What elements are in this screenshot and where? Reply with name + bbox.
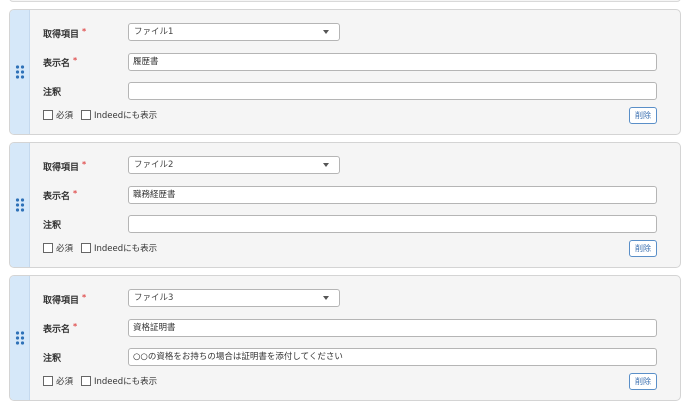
delete-button[interactable]: 削除 [629,373,657,390]
drag-handle-icon [15,198,24,212]
required-mark: * [82,293,87,302]
file-field-card: 取得項目 * ファイル3 表示名 * 資格証明書 注釈 ○○の資格をお持ちの場合は証… [9,275,681,401]
drag-handle-icon [15,65,24,79]
item-select[interactable]: ファイル1 [128,23,340,41]
drag-handle-icon [15,331,24,345]
required-checkbox[interactable] [43,110,53,120]
item-select-value: ファイル3 [134,293,174,303]
indeed-display-checkbox-label[interactable]: Indeedにも表示 [94,375,157,387]
options-row: 必須 Indeedにも表示 [43,375,165,387]
options-row: 必須 Indeedにも表示 [43,242,165,254]
chevron-down-icon [323,30,329,34]
file-field-card: 取得項目 * ファイル2 表示名 * 職務経歴書 注釈 必須 Indeedにも表示 … [9,142,681,268]
note-input[interactable] [128,215,657,233]
item-select-value: ファイル2 [134,160,174,170]
display-name-label: 表示名 * [43,322,78,335]
indeed-display-checkbox-label[interactable]: Indeedにも表示 [94,242,157,254]
item-label: 取得項目 * [43,160,87,173]
note-input[interactable] [128,82,657,100]
item-select-value: ファイル1 [134,27,174,37]
indeed-display-checkbox[interactable] [81,376,92,386]
note-input[interactable]: ○○の資格をお持ちの場合は証明書を添付してください [128,348,657,366]
options-row: 必須 Indeedにも表示 [43,109,165,121]
required-mark: * [73,322,78,331]
drag-handle[interactable] [10,143,30,267]
display-name-input[interactable]: 履歴書 [128,53,657,71]
indeed-display-checkbox[interactable] [81,243,92,253]
delete-button[interactable]: 削除 [629,240,657,257]
note-label: 注釈 [43,88,62,98]
required-mark: * [73,56,78,65]
note-label: 注釈 [43,354,62,364]
required-checkbox-label[interactable]: 必須 [56,109,73,121]
display-name-label: 表示名 * [43,189,78,202]
required-mark: * [82,27,87,36]
display-name-label: 表示名 * [43,56,78,69]
item-select[interactable]: ファイル2 [128,156,340,174]
file-field-card: 取得項目 * ファイル1 表示名 * 履歴書 注釈 必須 Indeedにも表示 削除 [9,9,681,135]
chevron-down-icon [323,296,329,300]
required-mark: * [73,189,78,198]
required-checkbox[interactable] [43,243,53,253]
item-select[interactable]: ファイル3 [128,289,340,307]
indeed-display-checkbox[interactable] [81,110,92,120]
display-name-input[interactable]: 資格証明書 [128,319,657,337]
drag-handle[interactable] [10,276,30,400]
required-checkbox-label[interactable]: 必須 [56,242,73,254]
required-checkbox-label[interactable]: 必須 [56,375,73,387]
required-checkbox[interactable] [43,376,53,386]
drag-handle[interactable] [10,10,30,134]
item-label: 取得項目 * [43,27,87,40]
chevron-down-icon [323,163,329,167]
delete-button[interactable]: 削除 [629,107,657,124]
note-label: 注釈 [43,221,62,231]
previous-card-edge [9,0,681,2]
display-name-input[interactable]: 職務経歴書 [128,186,657,204]
required-mark: * [82,160,87,169]
indeed-display-checkbox-label[interactable]: Indeedにも表示 [94,109,157,121]
item-label: 取得項目 * [43,293,87,306]
